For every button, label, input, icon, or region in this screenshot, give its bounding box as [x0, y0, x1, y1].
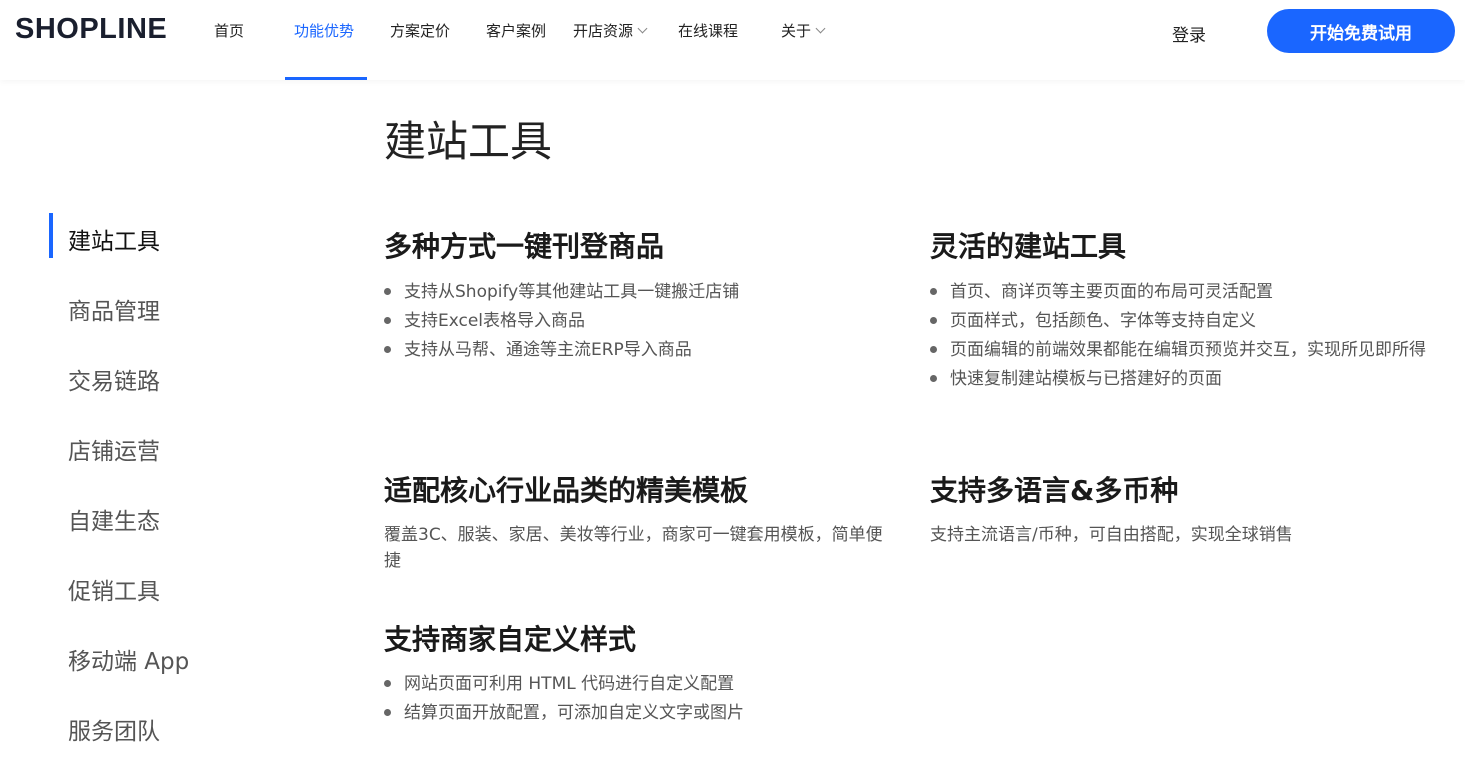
nav-courses[interactable]: 在线课程	[678, 20, 738, 40]
nav-pricing[interactable]: 方案定价	[390, 20, 450, 40]
sidebar-item-store-operations[interactable]: 店铺运营	[68, 432, 160, 466]
nav-resources-label: 开店资源	[573, 21, 634, 40]
nav-about[interactable]: 关于	[781, 20, 826, 40]
sidebar-item-transaction-flow[interactable]: 交易链路	[68, 362, 160, 396]
templates-description: 覆盖3C、服装、家居、美妆等行业，商家可一键套用模板，简单便捷	[384, 525, 883, 571]
sidebar-item-service-team[interactable]: 服务团队	[68, 712, 160, 746]
section-title-custom-style: 支持商家自定义样式	[384, 623, 637, 656]
list-item: 页面编辑的前端效果都能在编辑页预览并交互，实现所见即所得	[930, 337, 1450, 363]
sidebar-item-site-builder[interactable]: 建站工具	[68, 222, 160, 256]
flexible-builder-list: 首页、商详页等主要页面的布局可灵活配置 页面样式，包括颜色、字体等支持自定义 页…	[930, 279, 1450, 395]
chevron-down-icon	[637, 23, 648, 33]
nav-active-underline	[285, 77, 367, 80]
nav-about-label: 关于	[781, 21, 812, 40]
section-title-multi-language: 支持多语言&多币种	[930, 474, 1179, 507]
nav-features[interactable]: 功能优势	[294, 20, 354, 40]
nav-courses-label: 在线课程	[678, 21, 739, 40]
list-item: 结算页面开放配置，可添加自定义文字或图片	[384, 700, 904, 726]
shopline-logo[interactable]: SHOPLINE	[15, 12, 167, 46]
sidebar-item-product-management[interactable]: 商品管理	[68, 292, 160, 326]
list-item: 支持从Shopify等其他建站工具一键搬迁店铺	[384, 279, 864, 305]
section-title-flexible-builder: 灵活的建站工具	[930, 230, 1127, 263]
sidebar-item-ecosystem[interactable]: 自建生态	[68, 502, 160, 536]
multi-language-description: 支持主流语言/币种，可自由搭配，实现全球销售	[930, 525, 1293, 545]
nav-home-label: 首页	[214, 21, 245, 40]
nav-home[interactable]: 首页	[214, 20, 244, 40]
sidebar-item-promotion-tools[interactable]: 促销工具	[68, 572, 160, 606]
start-free-trial-button[interactable]: 开始免费试用	[1267, 9, 1455, 53]
nav-features-label: 功能优势	[294, 21, 355, 40]
chevron-down-icon	[815, 23, 826, 33]
list-item: 快速复制建站模板与已搭建好的页面	[930, 366, 1450, 392]
custom-style-list: 网站页面可利用 HTML 代码进行自定义配置 结算页面开放配置，可添加自定义文字…	[384, 671, 904, 729]
multi-listing-list: 支持从Shopify等其他建站工具一键搬迁店铺 支持Excel表格导入商品 支持…	[384, 279, 864, 366]
nav-cases-label: 客户案例	[486, 21, 547, 40]
login-link[interactable]: 登录	[1172, 21, 1206, 46]
sidebar-item-mobile-app[interactable]: 移动端 App	[68, 642, 189, 676]
list-item: 网站页面可利用 HTML 代码进行自定义配置	[384, 671, 904, 697]
nav-pricing-label: 方案定价	[390, 21, 451, 40]
section-title-templates: 适配核心行业品类的精美模板	[384, 474, 749, 507]
list-item: 页面样式，包括颜色、字体等支持自定义	[930, 308, 1450, 334]
top-header: SHOPLINE 首页 功能优势 方案定价 客户案例 开店资源 在线课程 关于 …	[0, 0, 1465, 80]
page-title: 建站工具	[384, 117, 553, 166]
list-item: 支持从马帮、通途等主流ERP导入商品	[384, 337, 864, 363]
nav-cases[interactable]: 客户案例	[486, 20, 546, 40]
list-item: 支持Excel表格导入商品	[384, 308, 864, 334]
section-title-multi-listing: 多种方式一键刊登商品	[384, 230, 665, 263]
sidebar-active-marker	[49, 213, 53, 258]
logo-text: SHOPLINE	[15, 12, 168, 45]
list-item: 首页、商详页等主要页面的布局可灵活配置	[930, 279, 1450, 305]
nav-resources[interactable]: 开店资源	[573, 20, 648, 40]
